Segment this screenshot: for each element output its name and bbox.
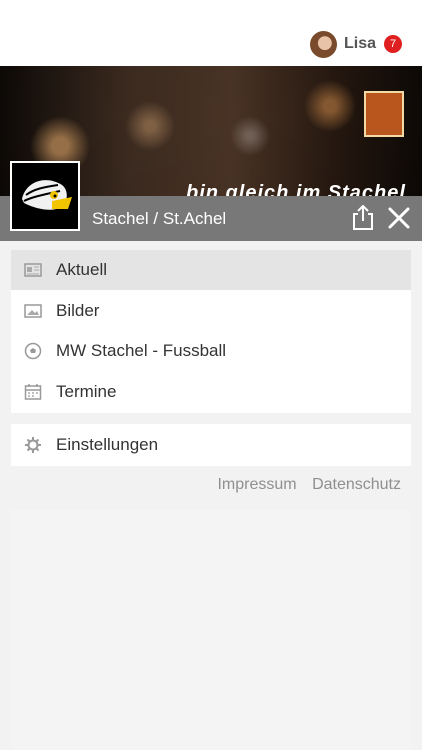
club-logo [10,161,80,231]
settings-card: Einstellungen [11,424,411,466]
menu-card: Aktuell Bilder MW Stachel - Fussball Ter… [11,250,411,413]
avatar[interactable] [309,30,337,58]
menu-item-label: Aktuell [56,260,108,279]
footer-links: Impressum Datenschutz [206,476,401,494]
logo-icon [12,163,78,229]
top-bar: Lisa 7 [0,0,422,66]
close-icon [388,207,410,229]
menu-item-label: Einstellungen [56,435,159,454]
menu-item-fussball[interactable]: MW Stachel - Fussball [11,331,411,371]
share-icon [353,204,373,230]
close-button[interactable] [386,205,412,231]
share-button[interactable] [352,204,374,231]
user-name[interactable]: Lisa [344,35,376,53]
hero-sign [364,91,404,137]
impressum-link[interactable]: Impressum [217,476,296,493]
menu-item-label: Bilder [56,301,100,320]
user-profile[interactable]: Lisa 7 [309,29,402,59]
notification-badge[interactable]: 7 [384,35,402,53]
calendar-icon [24,384,42,400]
menu-item-label: MW Stachel - Fussball [56,341,227,360]
image-icon [24,304,42,318]
hero-script-text: bin gleich im Stachel [186,182,406,196]
soccer-ball-icon [24,342,42,360]
menu-item-bilder[interactable]: Bilder [11,291,411,331]
menu-item-label: Termine [56,382,117,401]
newspaper-icon [24,263,42,277]
club-title: Stachel / St.Achel [92,209,227,228]
content-background [11,510,411,750]
menu-item-einstellungen[interactable]: Einstellungen [11,425,411,465]
menu-item-aktuell[interactable]: Aktuell [11,250,411,290]
gear-icon [25,437,41,453]
menu-item-termine[interactable]: Termine [11,372,411,412]
datenschutz-link[interactable]: Datenschutz [312,476,401,493]
